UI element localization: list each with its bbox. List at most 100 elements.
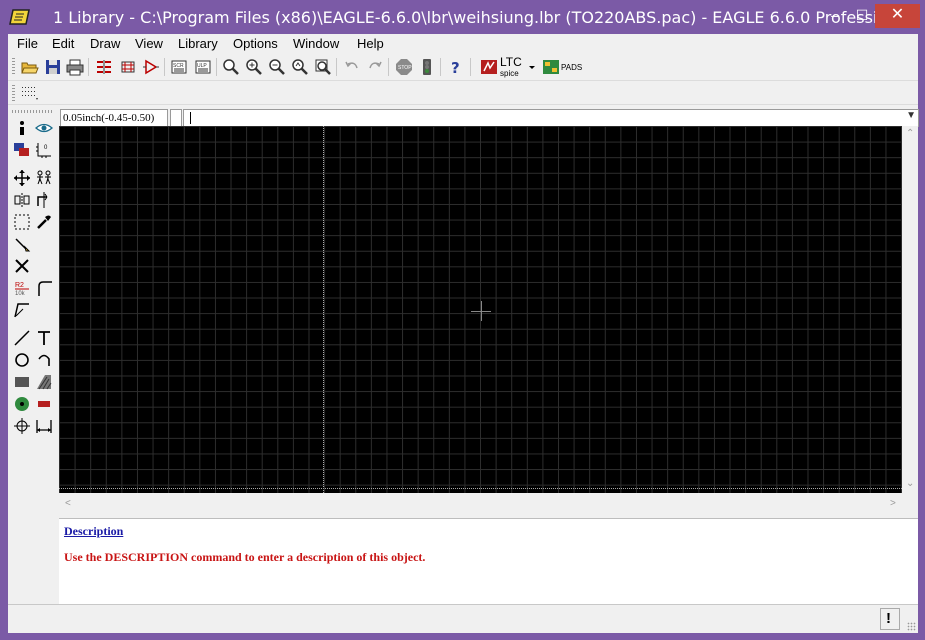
change-icon[interactable] (35, 213, 53, 231)
menu-view[interactable]: View (135, 36, 163, 51)
chevron-down-icon[interactable]: ▼ (906, 110, 916, 121)
stop-icon[interactable]: STOP (395, 58, 413, 76)
grid-icon[interactable] (20, 84, 38, 102)
scroll-down-icon[interactable]: ⌄ (906, 478, 914, 489)
pads-label: PADS (561, 63, 583, 72)
minimize-button[interactable]: – (823, 4, 847, 28)
chevron-down-icon[interactable] (527, 58, 537, 76)
cursor-crosshair (481, 301, 482, 321)
text-icon[interactable] (35, 329, 53, 347)
open-icon[interactable] (21, 58, 39, 76)
eye-icon[interactable] (35, 119, 53, 137)
description-panel: Description Use the DESCRIPTION command … (59, 518, 918, 605)
exclamation-icon: ! (886, 610, 891, 627)
scroll-up-icon[interactable]: ⌃ (906, 128, 914, 139)
menu-edit[interactable]: Edit (52, 36, 74, 51)
resize-grip-icon[interactable] (907, 622, 916, 631)
menu-window[interactable]: Window (293, 36, 339, 51)
toolbar-separator (388, 58, 389, 76)
rectangle-icon[interactable] (13, 373, 31, 391)
zoom-in-icon[interactable] (245, 58, 263, 76)
toolbar-separator (440, 58, 441, 76)
main-toolbar: SCR ULP STOP ? (8, 54, 918, 81)
schematic-icon[interactable] (95, 58, 113, 76)
maximize-button[interactable]: ☐ (850, 4, 874, 28)
mark-origin-icon[interactable]: 0 (35, 141, 53, 159)
svg-text:R2: R2 (15, 282, 24, 289)
help-icon[interactable]: ? (447, 58, 465, 76)
undo-icon[interactable] (343, 58, 361, 76)
split-icon[interactable] (13, 301, 31, 319)
pad-icon[interactable] (13, 395, 31, 413)
menu-help[interactable]: Help (357, 36, 384, 51)
mirror-icon[interactable] (13, 191, 31, 209)
group-icon[interactable] (13, 213, 31, 231)
go-icon[interactable] (418, 58, 436, 76)
delete-icon[interactable] (13, 257, 31, 275)
symbol-icon[interactable] (142, 58, 160, 76)
save-icon[interactable] (44, 58, 62, 76)
svg-text:?: ? (451, 59, 460, 76)
vertical-scrollbar[interactable]: ⌃ ⌄ (902, 126, 918, 493)
toolbar-separator (336, 58, 337, 76)
description-link[interactable]: Description (64, 524, 123, 539)
zoom-out-icon[interactable] (268, 58, 286, 76)
script-icon[interactable]: SCR (170, 58, 188, 76)
redraw-icon[interactable] (291, 58, 309, 76)
paste-icon[interactable] (13, 235, 31, 253)
ltspice-icon[interactable] (480, 58, 498, 76)
print-icon[interactable] (66, 58, 84, 76)
editor-canvas-area: ⌃ ⌄ < > (59, 126, 918, 518)
zoom-select-icon[interactable] (314, 58, 332, 76)
title-bar[interactable]: 1 Library - C:\Program Files (x86)\EAGLE… (0, 0, 925, 34)
drawing-canvas[interactable] (59, 126, 902, 493)
copy-icon[interactable] (35, 169, 53, 187)
circle-icon[interactable] (13, 351, 31, 369)
hole-icon[interactable] (13, 417, 31, 435)
ltspice-label: LTC spice (500, 55, 522, 78)
toolbox-grip[interactable] (12, 110, 54, 113)
eagle-app-icon (9, 8, 31, 26)
scroll-left-icon[interactable]: < (65, 498, 71, 509)
horizontal-scrollbar[interactable]: < > (59, 493, 918, 518)
svg-text:ULP: ULP (197, 63, 207, 69)
name-icon[interactable]: R2 10k (13, 279, 31, 297)
board-icon[interactable] (119, 58, 137, 76)
client-area: File Edit Draw View Library Options Wind… (8, 34, 919, 633)
redo-icon[interactable] (366, 58, 384, 76)
info-icon[interactable] (13, 119, 31, 137)
status-indicator[interactable]: ! (880, 608, 900, 630)
close-button[interactable]: ✕ (875, 4, 920, 28)
description-text: Use the DESCRIPTION command to enter a d… (64, 550, 426, 564)
toolbar-separator (164, 58, 165, 76)
rotate-icon[interactable] (35, 191, 53, 209)
layers-icon[interactable] (13, 141, 31, 159)
line-icon[interactable] (13, 329, 31, 347)
origin-axis-vertical (323, 126, 324, 493)
coordinate-readout: 0.05inch(-0.45-0.50) (60, 109, 168, 127)
command-history-button[interactable] (170, 109, 182, 127)
toolbar-separator (470, 58, 471, 76)
polygon-icon[interactable] (35, 373, 53, 391)
text-cursor (190, 112, 191, 124)
svg-text:SCR: SCR (173, 63, 184, 69)
pads-icon[interactable] (542, 58, 560, 76)
command-toolbox: 0 R2 10k (8, 106, 58, 632)
smd-icon[interactable] (35, 395, 53, 413)
zoom-fit-icon[interactable] (222, 58, 240, 76)
menu-options[interactable]: Options (233, 36, 278, 51)
toolbar-grip[interactable] (12, 85, 15, 101)
menu-file[interactable]: File (17, 36, 38, 51)
menu-draw[interactable]: Draw (90, 36, 120, 51)
arc-icon[interactable] (35, 351, 53, 369)
eagle-window: 1 Library - C:\Program Files (x86)\EAGLE… (0, 0, 925, 640)
scroll-right-icon[interactable]: > (890, 498, 896, 509)
miter-icon[interactable] (35, 279, 53, 297)
ulp-icon[interactable]: ULP (194, 58, 212, 76)
dimension-icon[interactable] (35, 417, 53, 435)
menu-library[interactable]: Library (178, 36, 218, 51)
menu-bar: File Edit Draw View Library Options Wind… (8, 34, 918, 54)
move-icon[interactable] (13, 169, 31, 187)
toolbar-grip[interactable] (12, 58, 15, 76)
command-line-input[interactable]: ▼ (183, 109, 919, 127)
